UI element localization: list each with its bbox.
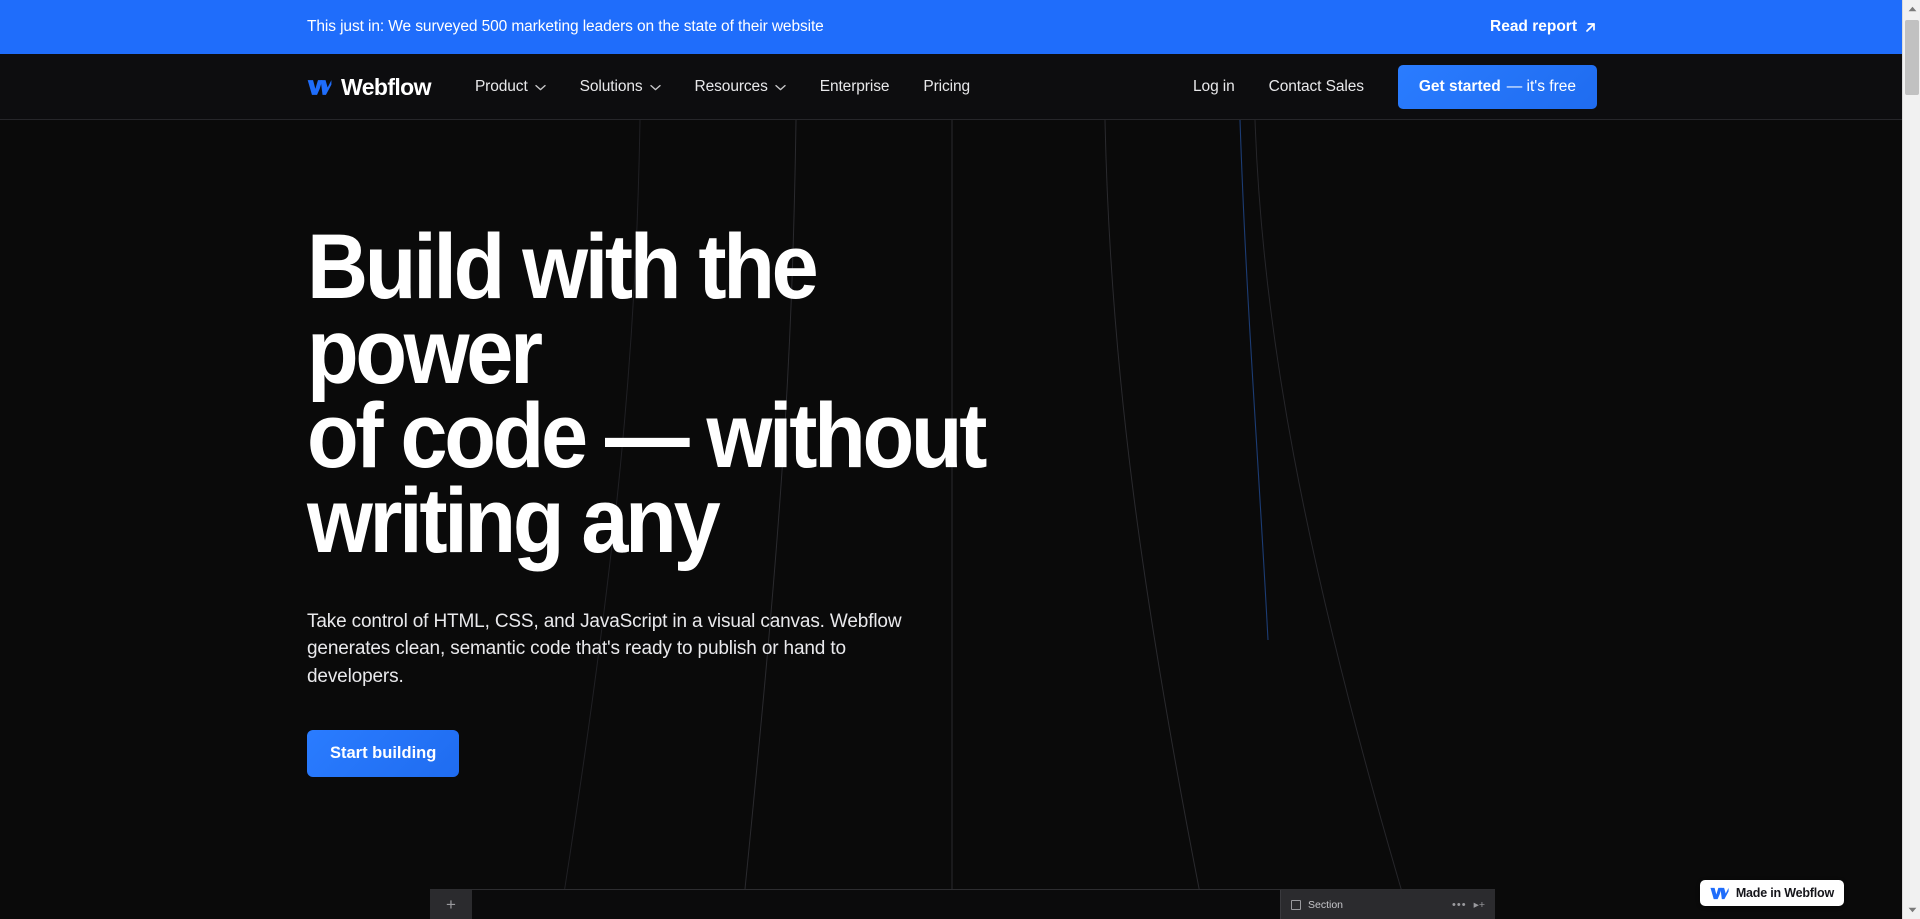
scroll-down-arrow-icon — [1908, 907, 1917, 913]
page-viewport: This just in: We surveyed 500 marketing … — [0, 0, 1902, 919]
start-building-button[interactable]: Start building — [307, 730, 460, 778]
nav-item-resources[interactable]: Resources — [678, 54, 803, 120]
announcement-banner: This just in: We surveyed 500 marketing … — [0, 0, 1902, 54]
nav-item-pricing[interactable]: Pricing — [906, 54, 987, 120]
nav-item-pricing-label: Pricing — [923, 78, 971, 95]
nav-left-group: Webflow Product Solutions Resources Ente… — [307, 54, 987, 120]
webflow-logo-text: Webflow — [341, 73, 432, 100]
get-started-button[interactable]: Get started — it's free — [1397, 65, 1597, 109]
arrow-up-right-icon — [1584, 21, 1597, 34]
add-class-icon[interactable]: ▸+ — [1474, 899, 1485, 911]
webflow-w-icon — [307, 79, 332, 96]
hero-headline: Build with the power of code — without w… — [307, 216, 987, 572]
hero-subtitle: Take control of HTML, CSS, and JavaScrip… — [307, 610, 902, 687]
nav-item-enterprise[interactable]: Enterprise — [803, 54, 907, 120]
nav-item-solutions-label: Solutions — [579, 78, 643, 95]
read-report-link[interactable]: Read report — [1490, 18, 1597, 36]
chevron-down-icon — [534, 84, 546, 91]
nav-right-group: Log in Contact Sales Get started — it's … — [1176, 54, 1597, 120]
announcement-text: This just in: We surveyed 500 marketing … — [307, 18, 824, 36]
login-link[interactable]: Log in — [1176, 78, 1252, 96]
mockup-left-rail[interactable]: + — [430, 890, 472, 919]
mockup-section-label: Section — [1308, 898, 1344, 911]
plus-icon[interactable]: + — [446, 896, 456, 913]
nav-item-enterprise-label: Enterprise — [819, 78, 890, 95]
scrollbar-up-button[interactable] — [1903, 0, 1920, 18]
ellipsis-icon[interactable]: ••• — [1452, 899, 1467, 911]
nav-item-resources-label: Resources — [694, 78, 768, 95]
page-scrollbar[interactable] — [1902, 0, 1920, 919]
scrollbar-thumb[interactable] — [1905, 20, 1919, 95]
chevron-down-icon — [649, 84, 661, 91]
nav-item-solutions[interactable]: Solutions — [563, 54, 678, 120]
designer-mockup: + Section ••• ▸+ — [430, 889, 1495, 919]
webflow-logo-link[interactable]: Webflow — [307, 73, 432, 100]
mockup-right-panel: Section ••• ▸+ — [1280, 890, 1495, 919]
made-in-webflow-badge[interactable]: Made in Webflow — [1699, 880, 1844, 906]
scroll-up-arrow-icon — [1908, 6, 1917, 12]
chevron-down-icon — [775, 84, 786, 91]
section-box-icon — [1291, 899, 1301, 910]
get-started-strong-label: Get started — [1418, 78, 1501, 95]
hero-content: Build with the power of code — without w… — [307, 216, 1127, 778]
browser-page: This just in: We surveyed 500 marketing … — [0, 0, 1920, 919]
hero-section: Build with the power of code — without w… — [0, 120, 1902, 919]
webflow-w-icon — [1710, 887, 1729, 900]
nav-item-product[interactable]: Product — [458, 54, 563, 120]
main-navigation: Webflow Product Solutions Resources Ente… — [0, 54, 1902, 120]
scrollbar-down-button[interactable] — [1903, 901, 1920, 919]
contact-sales-link[interactable]: Contact Sales — [1252, 78, 1381, 96]
mockup-canvas — [472, 890, 1280, 919]
get-started-light-label: — it's free — [1506, 78, 1576, 95]
made-in-webflow-label: Made in Webflow — [1735, 886, 1834, 900]
nav-item-product-label: Product — [474, 78, 528, 95]
read-report-label: Read report — [1490, 18, 1577, 35]
